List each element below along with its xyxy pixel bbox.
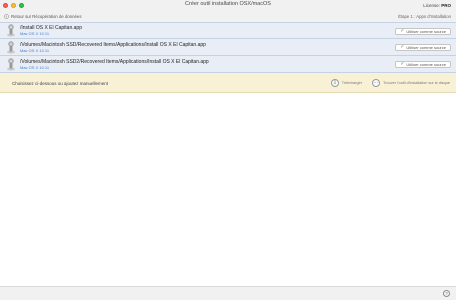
download-label: Télécharger (341, 81, 363, 85)
source-version: Mac OS X 10.11 (20, 31, 50, 36)
checkmark-icon: ✓ (400, 28, 405, 34)
source-version: Mac OS X 10.11 (20, 64, 50, 70)
title-bar: Créer outil installation OSX/macOS Licen… (0, 0, 456, 11)
toolbar: Retour sur Récupération de données Étape… (0, 11, 456, 22)
banner-text: Choisissez ci-dessous ou ajoutez manuell… (12, 80, 109, 86)
checkmark-icon: ✓ (400, 44, 405, 50)
license-value: PRO (441, 3, 451, 8)
source-version: Mac OS X 10.11 (20, 47, 50, 53)
find-on-disk-label: Trouver l'outil d'installation sur le di… (383, 81, 450, 85)
installer-app-icon (7, 24, 15, 37)
help-button[interactable]: ? (443, 290, 450, 297)
source-row[interactable]: /Volumes/Macintosh SSD/Recovered Items/A… (0, 39, 456, 56)
source-row[interactable]: /Volumes/Macintosh SSD2/Recovered Items/… (0, 56, 456, 73)
use-as-source-label: Utiliser comme source (406, 45, 446, 50)
source-row[interactable]: /Install OS X El Capitan.app Mac OS X 10… (0, 22, 456, 39)
banner-actions: ⇩ Télécharger ⋯ Trouver l'outil d'instal… (330, 79, 450, 87)
back-button[interactable]: Retour sur Récupération de données (4, 14, 81, 19)
find-on-disk-button[interactable]: ⋯ Trouver l'outil d'installation sur le … (372, 79, 450, 87)
step-indicator: Étape 1 : Apps d'Installation (398, 14, 451, 19)
more-icon: ⋯ (372, 79, 381, 87)
back-button-label: Retour sur Récupération de données (11, 14, 82, 19)
back-arrow-icon (4, 14, 9, 19)
use-as-source-label: Utiliser comme source (406, 62, 446, 67)
use-as-source-label: Utiliser comme source (406, 29, 446, 34)
license-label: License: (423, 3, 440, 8)
source-path: /Volumes/Macintosh SSD/Recovered Items/A… (20, 41, 206, 48)
source-list: /Install OS X El Capitan.app Mac OS X 10… (0, 22, 456, 73)
installer-app-icon (7, 40, 15, 53)
checkmark-icon: ✓ (400, 61, 405, 67)
download-icon: ⇩ (330, 79, 339, 87)
installer-app-icon (7, 57, 15, 70)
content-area (0, 93, 456, 287)
instruction-banner: Choisissez ci-dessous ou ajoutez manuell… (0, 74, 456, 93)
use-as-source-button[interactable]: ✓ Utiliser comme source (395, 61, 451, 68)
license-status: License: PRO (423, 3, 451, 8)
source-path: /Volumes/Macintosh SSD2/Recovered Items/… (20, 58, 209, 65)
download-button[interactable]: ⇩ Télécharger (330, 79, 363, 87)
window-title: Créer outil installation OSX/macOS (185, 1, 271, 7)
use-as-source-button[interactable]: ✓ Utiliser comme source (395, 44, 451, 51)
use-as-source-button[interactable]: ✓ Utiliser comme source (395, 28, 451, 35)
